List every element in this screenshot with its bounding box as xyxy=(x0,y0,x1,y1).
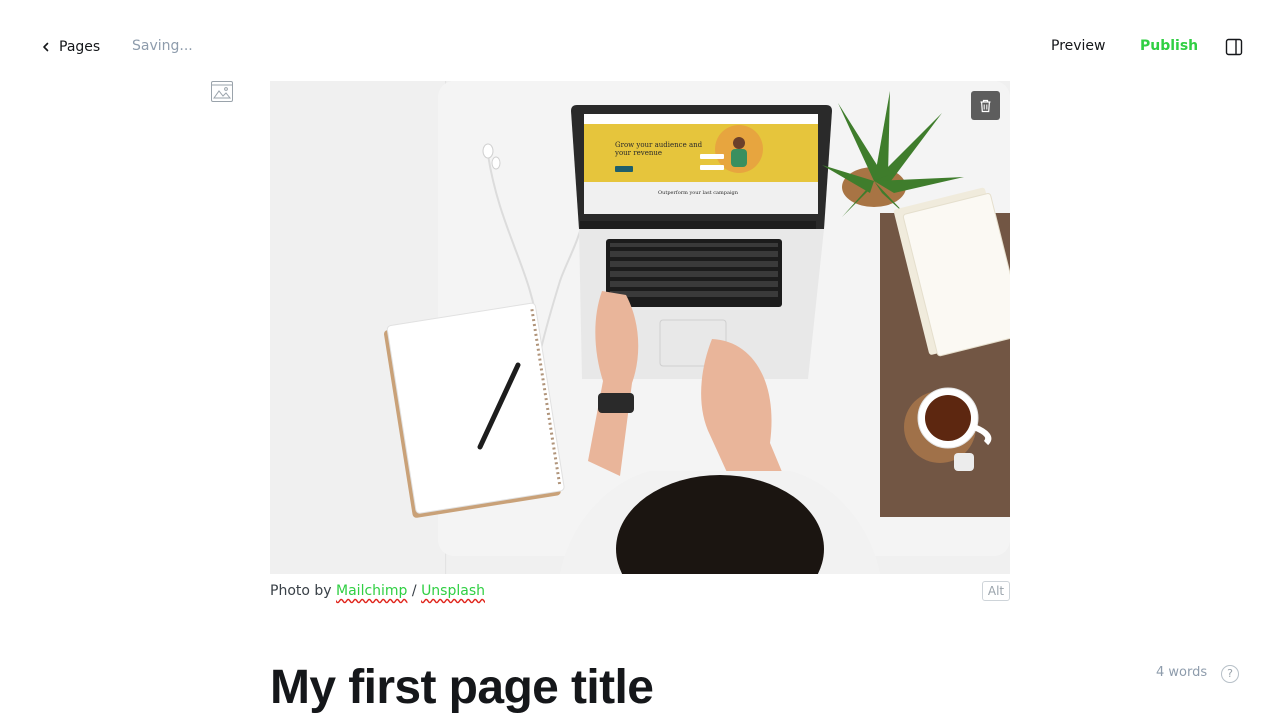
preview-button[interactable]: Preview xyxy=(1051,38,1106,54)
publish-button[interactable]: Publish xyxy=(1140,38,1198,54)
help-icon[interactable]: ? xyxy=(1221,665,1239,683)
delete-image-button[interactable] xyxy=(971,91,1000,120)
editor-header: Pages Saving... Preview Publish xyxy=(0,0,1280,94)
trash-icon xyxy=(980,99,991,112)
back-to-pages-link[interactable]: Pages xyxy=(40,37,100,57)
image-caption[interactable]: Photo by Mailchimp / Unsplash xyxy=(270,583,485,599)
caption-separator: / xyxy=(411,583,417,599)
back-link-label: Pages xyxy=(59,39,101,55)
feature-image[interactable]: Grow your audience and your revenue Outp… xyxy=(270,81,1010,574)
word-count: 4 words xyxy=(1156,665,1208,680)
screen-headline-1: Grow your audience and xyxy=(615,141,703,149)
chevron-left-icon xyxy=(43,42,49,52)
screen-subhead: Outperform your last campaign xyxy=(658,190,739,196)
image-icon[interactable] xyxy=(210,80,234,104)
photo-author-link[interactable]: Mailchimp xyxy=(336,583,407,599)
screen-headline-2: your revenue xyxy=(614,149,662,157)
sidebar-toggle-icon[interactable] xyxy=(1225,38,1243,56)
save-status: Saving... xyxy=(132,38,193,54)
page-title[interactable]: My first page title xyxy=(270,660,654,715)
photo-source-link[interactable]: Unsplash xyxy=(421,583,485,599)
caption-prefix: Photo by xyxy=(270,583,332,599)
alt-text-button[interactable]: Alt xyxy=(982,581,1010,601)
